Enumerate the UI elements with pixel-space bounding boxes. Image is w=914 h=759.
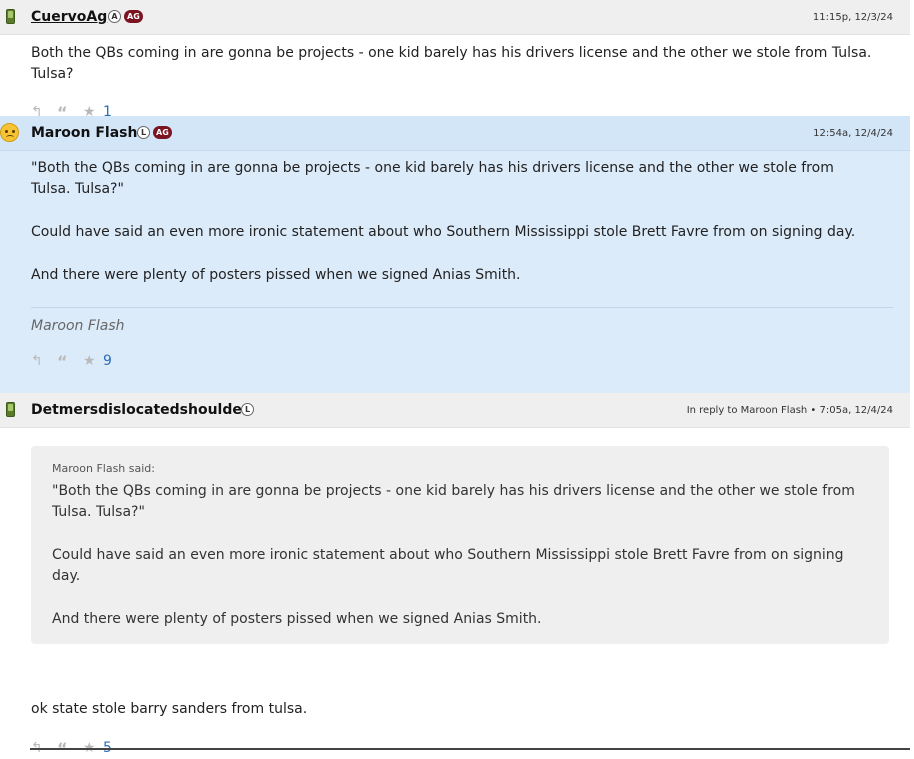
badge-ag: AG (124, 10, 143, 23)
reply-icon[interactable]: ↰ (31, 353, 57, 369)
badge-a: A (108, 10, 121, 23)
phone-icon (6, 402, 16, 418)
badge-l: L (137, 126, 150, 139)
post-header: Maroon Flash L AG 12:54a, 12/4/24 (0, 116, 910, 151)
signature: Maroon Flash (31, 318, 125, 334)
username[interactable]: CuervoAg (31, 9, 107, 25)
post-header: Detmersdislocatedshoulder L In reply to … (0, 393, 910, 428)
post-timestamp[interactable]: 12:54a, 12/4/24 (813, 128, 893, 139)
post-highlighted: Maroon Flash L AG 12:54a, 12/4/24 "Both … (0, 116, 910, 393)
post-text: Could have said an even more ironic stat… (31, 224, 856, 240)
quote-author[interactable]: Maroon Flash said: (52, 458, 868, 479)
post-body: "Both the QBs coming in are gonna be pro… (0, 151, 910, 286)
badge-l: L (241, 403, 254, 416)
quote-text: "Both the QBs coming in are gonna be pro… (52, 483, 855, 520)
quote-text: And there were plenty of posters pissed … (52, 611, 542, 627)
post-actions: ↰ “ ★ 9 (31, 351, 910, 371)
post-text: And there were plenty of posters pissed … (31, 267, 521, 283)
post-timestamp[interactable]: 11:15p, 12/3/24 (813, 12, 893, 23)
user-badges: L AG (137, 126, 172, 139)
post-text: Both the QBs coming in are gonna be proj… (31, 45, 872, 82)
username[interactable]: Maroon Flash (31, 125, 137, 141)
quote-container: Maroon Flash said: "Both the QBs coming … (0, 446, 910, 644)
like-count[interactable]: 9 (103, 353, 112, 369)
post: CuervoAg A AG 11:15p, 12/3/24 Both the Q… (0, 0, 910, 122)
quote-text: Could have said an even more ironic stat… (52, 547, 844, 584)
post-body: Both the QBs coming in are gonna be proj… (0, 35, 910, 122)
quote-box: Maroon Flash said: "Both the QBs coming … (31, 446, 889, 644)
badge-ag: AG (153, 126, 172, 139)
signature-block: Maroon Flash ↰ “ ★ 9 (0, 307, 910, 371)
frown-face-icon (0, 123, 19, 142)
post-header: CuervoAg A AG 11:15p, 12/3/24 (0, 0, 910, 35)
username[interactable]: Detmersdislocatedshoulder (31, 402, 249, 418)
phone-icon (6, 9, 16, 25)
reply-text: ok state stole barry sanders from tulsa. (31, 701, 308, 717)
quote-icon[interactable]: “ (57, 352, 83, 371)
user-badges: A AG (108, 10, 143, 23)
right-margin (910, 0, 914, 750)
post-timestamp[interactable]: In reply to Maroon Flash • 7:05a, 12/4/2… (687, 405, 893, 416)
post-text: "Both the QBs coming in are gonna be pro… (31, 160, 834, 197)
signature-divider (31, 307, 893, 308)
user-badges: L (241, 403, 254, 416)
post: Detmersdislocatedshoulder L In reply to … (0, 393, 910, 758)
